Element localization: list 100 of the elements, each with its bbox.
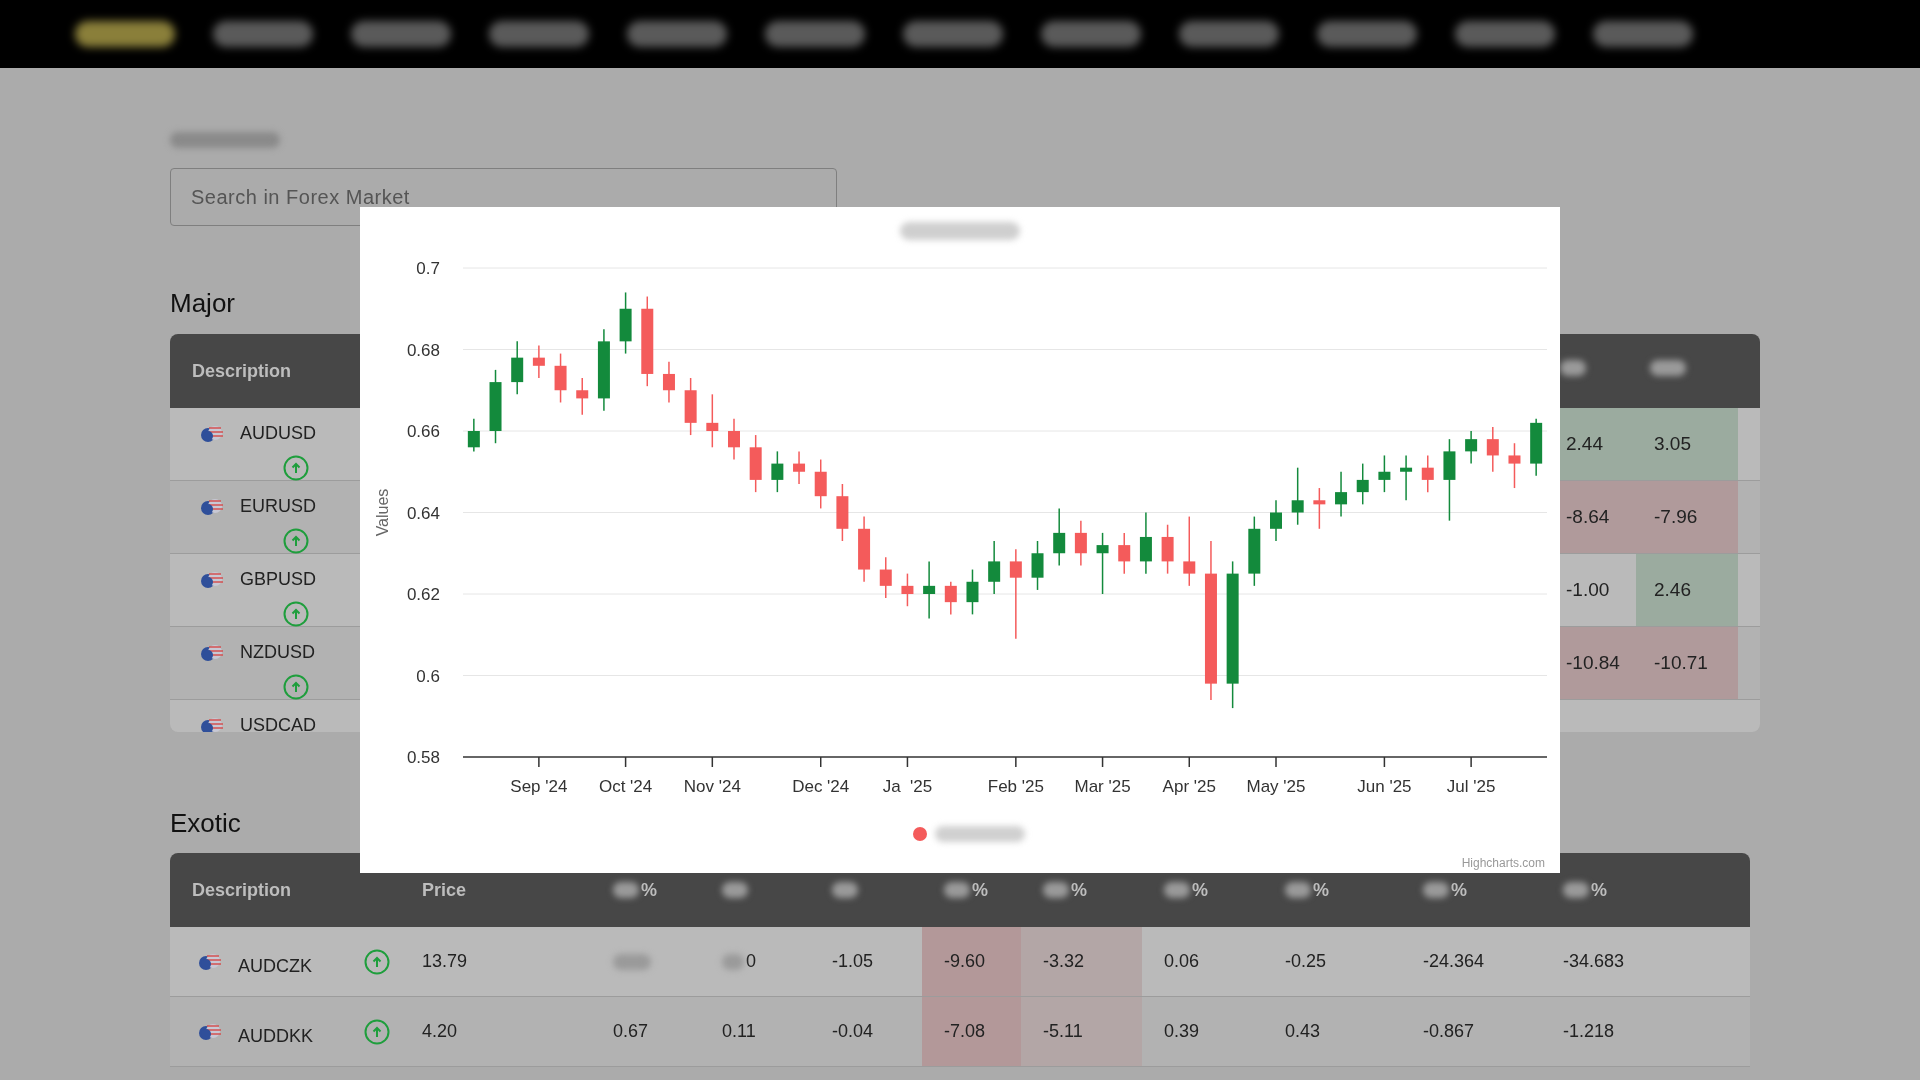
table-cell: -10.71	[1636, 627, 1738, 699]
y-tick-label: 0.7	[416, 259, 440, 278]
candle	[814, 458, 827, 510]
column-header: %	[1591, 878, 1607, 902]
y-axis-title: Values	[374, 488, 391, 537]
candle	[1139, 511, 1152, 575]
column-header: %	[1192, 878, 1208, 902]
redacted-nav-item[interactable]	[489, 21, 589, 47]
candle	[662, 361, 675, 404]
table-cell-text: -1.218	[1562, 1020, 1616, 1043]
y-tick-label: 0.64	[406, 503, 440, 523]
x-tick-label: Oct '24	[598, 777, 653, 796]
x-tick-label: Jul '25	[1446, 777, 1496, 796]
candle	[879, 556, 892, 599]
candle	[771, 450, 784, 493]
redacted-nav-item[interactable]	[765, 21, 865, 47]
candle	[1096, 532, 1109, 595]
table-cell: -7.96	[1636, 481, 1738, 553]
candle	[836, 483, 849, 542]
column-header: %	[972, 878, 988, 902]
candle	[988, 540, 1001, 595]
candle	[706, 393, 719, 449]
currency-pair[interactable]: AUDUSD	[240, 420, 316, 447]
redacted-nav-item[interactable]	[213, 21, 313, 47]
redacted-text	[1560, 360, 1586, 376]
table-cell: 3.05	[1636, 408, 1738, 480]
redacted-nav-item[interactable]	[351, 21, 451, 47]
column-header: Description	[192, 878, 292, 902]
table-cell: -9.60	[922, 927, 1021, 996]
candle	[532, 344, 545, 379]
redacted-nav-item[interactable]	[75, 21, 175, 47]
table-cell: -3.32	[1021, 927, 1142, 996]
candle	[1270, 499, 1282, 542]
table-cell-text: 13.79	[421, 950, 469, 973]
currency-pair[interactable]: AUDDKK	[238, 1023, 348, 1050]
candle	[467, 418, 480, 453]
currency-pair[interactable]: AUDCZK	[238, 953, 348, 980]
table-cell-text: -0.04	[831, 1020, 875, 1043]
candle	[966, 568, 979, 616]
table-cell-text: 0.06	[1163, 950, 1201, 973]
currency-pair[interactable]: GBPUSD	[240, 566, 317, 593]
table-cell-text: -0.25	[1284, 950, 1328, 973]
candle	[901, 572, 914, 607]
x-tick-label: Dec '24	[792, 777, 850, 796]
section-title: Major	[170, 288, 235, 318]
candle	[1508, 442, 1521, 489]
y-tick-label: 0.6	[416, 666, 440, 686]
candle	[944, 581, 957, 616]
currency-pair[interactable]: USDCAD	[240, 712, 316, 732]
candle	[1118, 532, 1131, 575]
candle	[1031, 540, 1044, 591]
flag-icon	[200, 570, 224, 589]
flag-icon	[198, 952, 222, 971]
table-cell-text: 0.11	[721, 1020, 757, 1043]
redacted-nav-item[interactable]	[903, 21, 1003, 47]
candle	[576, 377, 589, 416]
table-cell-text: -1.00	[1565, 577, 1611, 602]
candle	[793, 450, 806, 485]
candle	[1530, 418, 1543, 477]
currency-pair[interactable]: EURUSD	[240, 493, 316, 520]
section-title: Exotic	[170, 808, 241, 838]
table-cell: 2.46	[1636, 554, 1738, 626]
candle	[684, 377, 697, 436]
x-tick-label: Nov '24	[683, 777, 741, 796]
column-header: %	[641, 878, 657, 902]
candle	[749, 434, 762, 493]
table-cell-text: 0	[746, 950, 756, 973]
x-tick-label: Ja '25	[882, 777, 933, 796]
candle	[1248, 515, 1261, 587]
candle	[1074, 519, 1087, 567]
x-tick-label: Apr '25	[1162, 777, 1216, 796]
column-header: Price	[422, 878, 467, 902]
column-header: Description	[192, 359, 292, 383]
search-field[interactable]: Search in Forex Market	[170, 168, 837, 226]
flag-icon	[198, 1022, 222, 1041]
redacted-nav-item[interactable]	[1179, 21, 1279, 47]
redacted-nav-item[interactable]	[1317, 21, 1417, 47]
x-tick-label: May '25	[1246, 777, 1306, 796]
candle	[1378, 454, 1391, 493]
redacted-nav-item[interactable]	[627, 21, 727, 47]
candle	[1486, 426, 1499, 473]
x-tick-label: Sep '24	[510, 777, 568, 796]
table-cell-text: 0.43	[1284, 1020, 1322, 1043]
redacted-nav-item[interactable]	[1593, 21, 1693, 47]
table-cell: -7.08	[922, 997, 1021, 1066]
y-tick-label: 0.58	[406, 748, 440, 767]
candle	[1356, 462, 1369, 506]
redacted-nav-item[interactable]	[1455, 21, 1555, 47]
column-header: %	[1071, 878, 1087, 902]
candle	[511, 340, 524, 396]
candle	[1400, 454, 1413, 501]
table-cell: -5.11	[1021, 997, 1142, 1066]
redacted-text	[1650, 360, 1686, 376]
table-cell-text: 0.67	[612, 1020, 650, 1043]
candle	[1183, 515, 1196, 587]
flag-icon	[200, 716, 224, 732]
currency-pair[interactable]: NZDUSD	[240, 639, 315, 666]
candle	[1421, 454, 1434, 493]
redacted-nav-item[interactable]	[1041, 21, 1141, 47]
table-cell-text: 0.39	[1163, 1020, 1201, 1043]
